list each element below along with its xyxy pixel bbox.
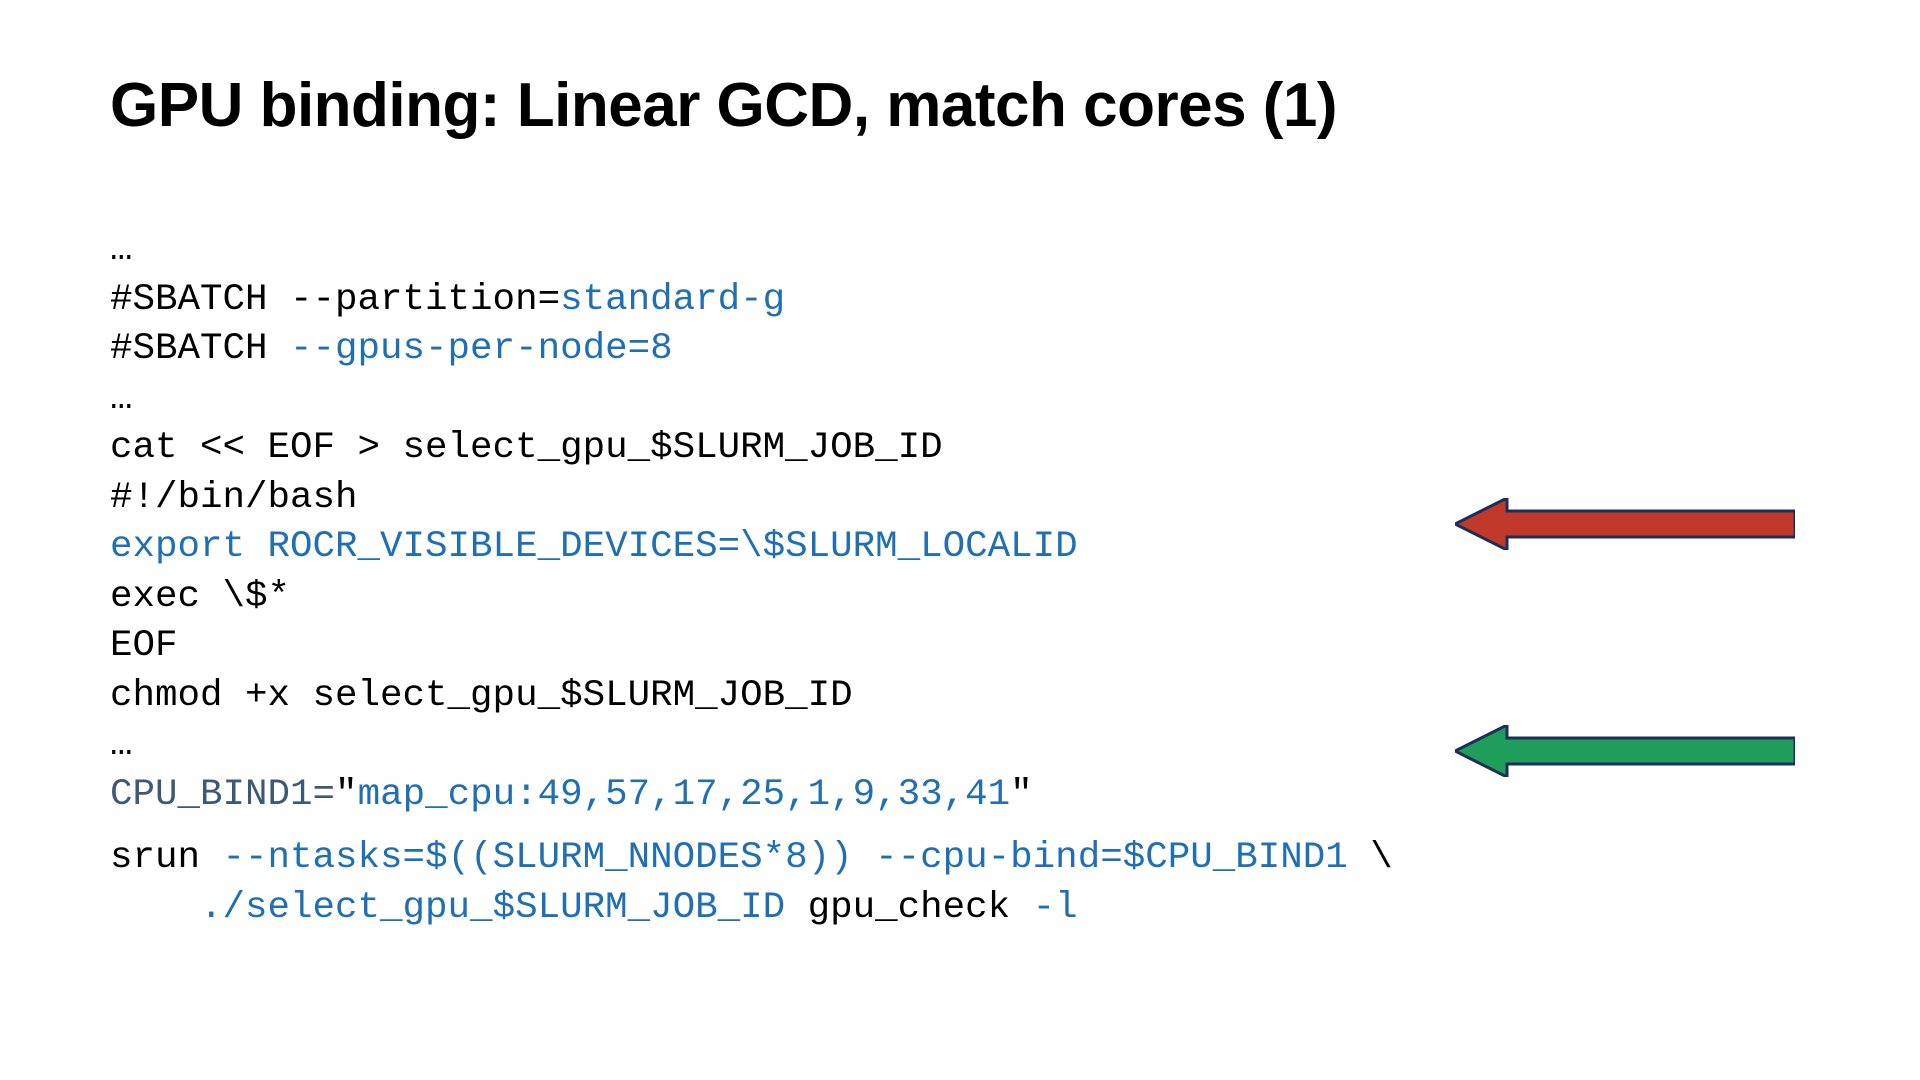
code-line-shebang: #!/bin/bash: [110, 477, 358, 519]
code-line-chmod: chmod +x select_gpu_$SLURM_JOB_ID: [110, 675, 853, 717]
code-line-sbatch-gpus: #SBATCH --gpus-per-node=8: [110, 328, 673, 370]
code-line-exec: exec \$*: [110, 576, 290, 618]
code-line-sbatch-partition: #SBATCH --partition=standard-g: [110, 279, 785, 321]
code-line-srun: srun --ntasks=$((SLURM_NNODES*8)) --cpu-…: [110, 837, 1393, 879]
code-line-ellipsis: …: [110, 378, 133, 420]
code-line-ellipsis: …: [110, 229, 133, 271]
code-line-eof: EOF: [110, 625, 178, 667]
code-line-cat: cat << EOF > select_gpu_$SLURM_JOB_ID: [110, 427, 943, 469]
code-block: … #SBATCH --partition=standard-g #SBATCH…: [110, 226, 1810, 933]
code-line-srun-cont: ./select_gpu_$SLURM_JOB_ID gpu_check -l: [110, 887, 1078, 929]
code-line-export: export ROCR_VISIBLE_DEVICES=\$SLURM_LOCA…: [110, 526, 1078, 568]
code-line-ellipsis: …: [110, 724, 133, 766]
code-line-cpubind: CPU_BIND1="map_cpu:49,57,17,25,1,9,33,41…: [110, 774, 1033, 816]
arrow-red-icon: [1455, 498, 1795, 550]
slide-title: GPU binding: Linear GCD, match cores (1): [110, 70, 1810, 141]
arrow-green-icon: [1455, 725, 1795, 777]
